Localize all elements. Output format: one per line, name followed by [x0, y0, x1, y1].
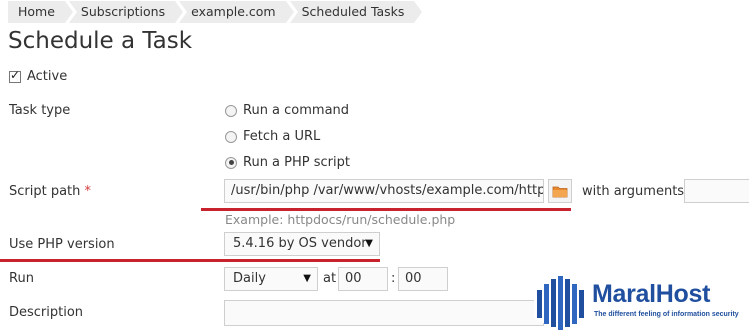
hour-input[interactable]: 00: [338, 267, 388, 291]
folder-icon: [552, 186, 568, 197]
highlight-underline: [0, 259, 380, 262]
arguments-input[interactable]: [684, 179, 749, 203]
radio-button[interactable]: [225, 130, 237, 143]
dropdown-arrow-icon: ▼: [303, 273, 311, 284]
script-path-label-text: Script path: [9, 184, 81, 199]
maralhost-logo: MaralHost The different feeling of infor…: [530, 272, 749, 333]
browse-folder-button[interactable]: [548, 179, 572, 203]
radio-label: Fetch a URL: [243, 129, 321, 144]
logo-mark-icon: [534, 274, 586, 332]
with-arguments-label: with arguments: [582, 184, 685, 199]
radio-run-command[interactable]: Run a command: [225, 103, 349, 118]
time-separator: :: [391, 271, 396, 286]
php-version-label: Use PHP version: [9, 237, 115, 252]
breadcrumb-scheduled-tasks[interactable]: Scheduled Tasks: [289, 1, 423, 23]
breadcrumb-home[interactable]: Home: [8, 1, 73, 23]
logo-name: MaralHost: [592, 280, 711, 308]
script-path-label: Script path *: [9, 184, 91, 199]
at-label: at: [323, 271, 337, 286]
description-input[interactable]: [224, 300, 544, 326]
required-mark: *: [84, 184, 92, 199]
radio-button[interactable]: [225, 104, 237, 117]
active-label: Active: [27, 69, 68, 84]
breadcrumb-subscriptions[interactable]: Subscriptions: [68, 1, 184, 23]
minute-input[interactable]: 00: [398, 267, 448, 291]
highlight-underline: [201, 208, 571, 211]
radio-run-php-script[interactable]: Run a PHP script: [225, 155, 350, 170]
logo-tagline: The different feeling of information sec…: [594, 311, 739, 318]
radio-label: Run a command: [243, 103, 350, 118]
script-path-input[interactable]: /usr/bin/php /var/www/vhosts/example.com…: [224, 179, 544, 203]
breadcrumb-domain[interactable]: example.com: [179, 1, 295, 23]
radio-fetch-url[interactable]: Fetch a URL: [225, 129, 320, 144]
run-label: Run: [9, 271, 34, 286]
php-version-value: 5.4.16 by OS vendor: [233, 236, 367, 251]
php-version-select[interactable]: 5.4.16 by OS vendor ▼: [224, 232, 380, 256]
script-path-hint: Example: httpdocs/run/schedule.php: [225, 212, 456, 227]
run-frequency-select[interactable]: Daily ▼: [224, 267, 318, 291]
task-type-label: Task type: [9, 103, 71, 118]
breadcrumb: Home Subscriptions example.com Scheduled…: [8, 1, 423, 23]
radio-button-selected[interactable]: [225, 156, 237, 169]
description-label: Description: [9, 305, 84, 320]
page-title: Schedule a Task: [8, 28, 193, 54]
dropdown-arrow-icon: ▼: [365, 238, 373, 249]
active-checkbox[interactable]: [9, 68, 21, 83]
run-frequency-value: Daily: [233, 271, 266, 286]
active-checkbox-row[interactable]: Active: [9, 68, 68, 84]
radio-label: Run a PHP script: [243, 155, 350, 170]
